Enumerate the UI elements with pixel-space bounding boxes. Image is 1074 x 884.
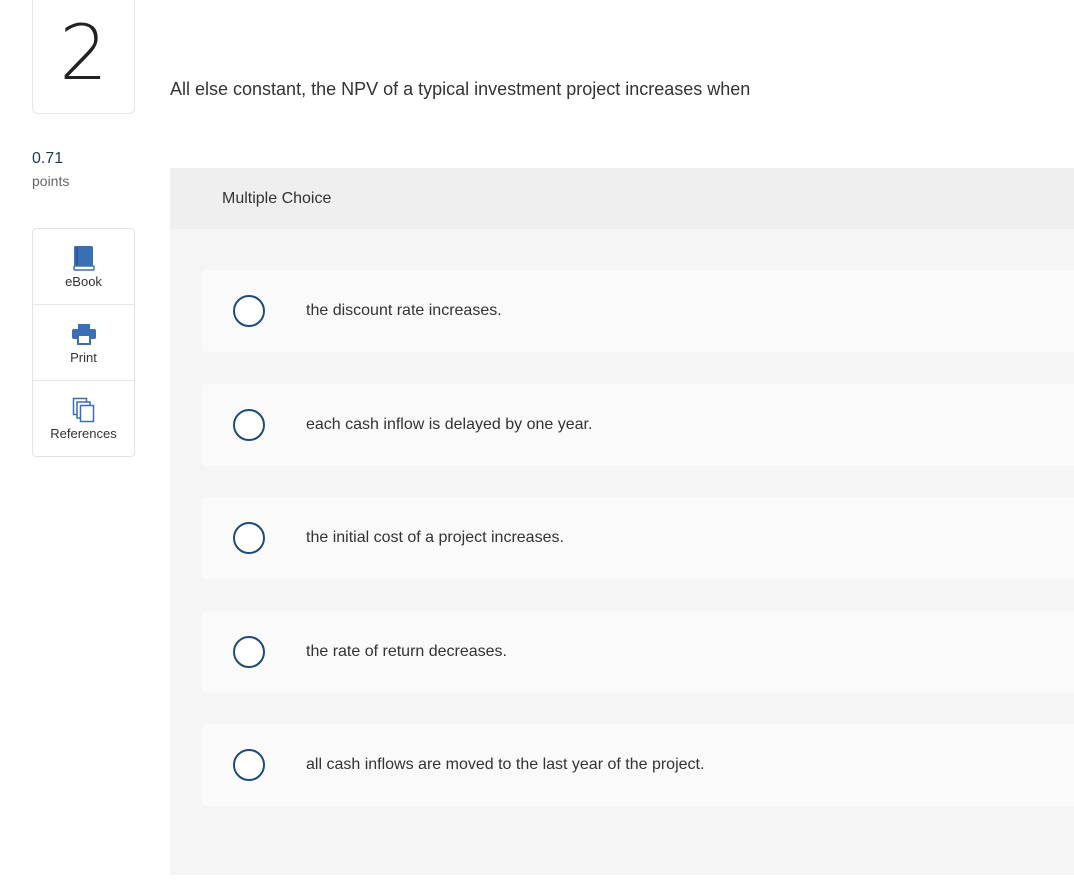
radio-button[interactable] bbox=[233, 636, 265, 668]
references-label: References bbox=[50, 426, 117, 441]
ebook-label: eBook bbox=[65, 274, 102, 289]
points-label: points bbox=[32, 173, 70, 189]
ebook-button[interactable]: eBook bbox=[33, 229, 134, 305]
radio-button[interactable] bbox=[233, 409, 265, 441]
multiple-choice-panel: Multiple Choice the discount rate increa… bbox=[170, 168, 1074, 875]
choice-option-2[interactable]: each cash inflow is delayed by one year. bbox=[202, 384, 1074, 466]
book-icon bbox=[72, 245, 95, 271]
printer-icon bbox=[71, 321, 97, 347]
choice-option-4[interactable]: the rate of return decreases. bbox=[202, 611, 1074, 693]
choice-label: each cash inflow is delayed by one year. bbox=[306, 416, 593, 433]
choice-option-3[interactable]: the initial cost of a project increases. bbox=[202, 497, 1074, 579]
choice-label: the rate of return decreases. bbox=[306, 643, 507, 660]
radio-button[interactable] bbox=[233, 522, 265, 554]
tools-panel: eBook Print References bbox=[32, 228, 135, 457]
choice-option-1[interactable]: the discount rate increases. bbox=[202, 270, 1074, 352]
question-number: 2 bbox=[59, 7, 108, 97]
multiple-choice-title: Multiple Choice bbox=[222, 189, 332, 207]
multiple-choice-header: Multiple Choice bbox=[170, 168, 1074, 229]
radio-button[interactable] bbox=[233, 295, 265, 327]
print-button[interactable]: Print bbox=[33, 305, 134, 381]
question-page: 2 0.71 points eBook Print References All… bbox=[0, 0, 1074, 884]
choice-label: the initial cost of a project increases. bbox=[306, 529, 564, 546]
choice-label: all cash inflows are moved to the last y… bbox=[306, 756, 705, 773]
choice-option-5[interactable]: all cash inflows are moved to the last y… bbox=[202, 724, 1074, 806]
choice-label: the discount rate increases. bbox=[306, 302, 502, 319]
documents-icon bbox=[72, 397, 96, 423]
radio-button[interactable] bbox=[233, 749, 265, 781]
points-value: 0.71 bbox=[32, 150, 64, 167]
references-button[interactable]: References bbox=[33, 381, 134, 456]
question-text: All else constant, the NPV of a typical … bbox=[170, 79, 751, 99]
print-label: Print bbox=[70, 350, 97, 365]
question-number-box: 2 bbox=[32, 0, 135, 114]
